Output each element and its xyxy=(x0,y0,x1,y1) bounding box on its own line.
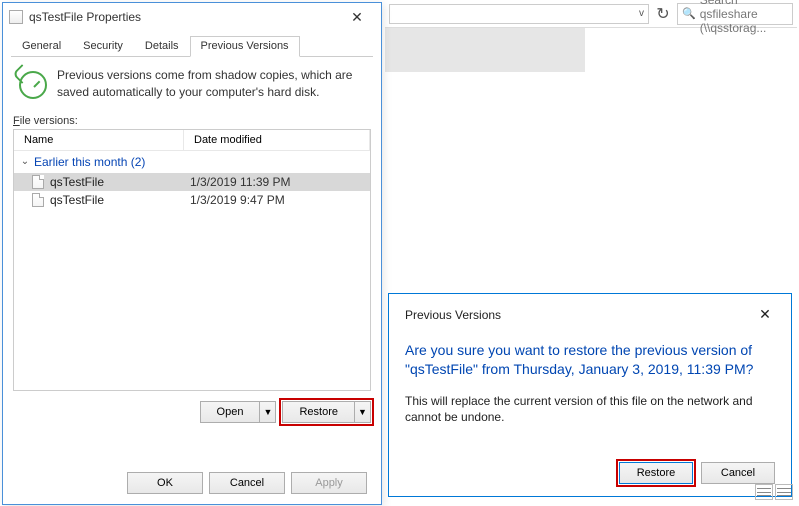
group-label: Earlier this month (2) xyxy=(34,155,145,169)
view-list-icon[interactable] xyxy=(775,484,793,500)
versions-label: File versions: xyxy=(13,115,371,127)
open-dropdown[interactable]: ▼ xyxy=(260,401,276,423)
tab-security[interactable]: Security xyxy=(72,36,134,57)
refresh-icon: ↻ xyxy=(656,4,669,24)
explorer-toolbar: v ↻ 🔍 Search qsfileshare (\\qsstorag... xyxy=(385,0,797,28)
search-icon: 🔍 xyxy=(682,7,696,20)
file-icon xyxy=(32,175,44,189)
confirm-title: Previous Versions xyxy=(405,308,501,322)
tab-previous-versions[interactable]: Previous Versions xyxy=(190,36,300,57)
confirm-cancel-button[interactable]: Cancel xyxy=(701,462,775,484)
confirm-restore-button[interactable]: Restore xyxy=(619,462,693,484)
chevron-down-icon: ▼ xyxy=(358,407,367,417)
confirm-main-message: Are you sure you want to restore the pre… xyxy=(405,341,775,379)
file-name: qsTestFile xyxy=(50,175,190,189)
open-button[interactable]: Open xyxy=(200,401,261,423)
window-title: qsTestFile Properties xyxy=(29,10,339,24)
ok-button[interactable]: OK xyxy=(127,472,203,494)
list-item[interactable]: qsTestFile 1/3/2019 11:39 PM xyxy=(14,173,370,191)
chevron-down-icon: ⌄ xyxy=(20,156,30,167)
file-date: 1/3/2019 11:39 PM xyxy=(190,175,291,189)
open-button-group: Open ▼ xyxy=(200,401,277,423)
close-button[interactable]: ✕ xyxy=(755,306,775,323)
confirm-buttons: Restore Cancel xyxy=(619,462,775,484)
list-item[interactable]: qsTestFile 1/3/2019 9:47 PM xyxy=(14,191,370,209)
list-header: Name Date modified xyxy=(14,130,370,151)
group-earlier-this-month[interactable]: ⌄ Earlier this month (2) xyxy=(14,151,370,173)
info-text: Previous versions come from shadow copie… xyxy=(57,67,365,101)
search-input[interactable]: 🔍 Search qsfileshare (\\qsstorag... xyxy=(677,3,793,25)
info-row: Previous versions come from shadow copie… xyxy=(13,67,371,101)
close-icon: ✕ xyxy=(351,9,363,26)
explorer-ribbon-stub xyxy=(385,28,585,72)
titlebar[interactable]: qsTestFile Properties ✕ xyxy=(3,3,381,31)
close-button[interactable]: ✕ xyxy=(339,7,375,27)
tab-details[interactable]: Details xyxy=(134,36,190,57)
chevron-down-icon: ▼ xyxy=(264,407,273,417)
view-mode-icons xyxy=(755,484,793,500)
view-details-icon[interactable] xyxy=(755,484,773,500)
action-buttons: Open ▼ Restore ▼ xyxy=(13,401,371,423)
history-icon xyxy=(19,71,47,99)
column-name[interactable]: Name xyxy=(14,130,184,150)
file-date: 1/3/2019 9:47 PM xyxy=(190,193,285,207)
properties-window: qsTestFile Properties ✕ General Security… xyxy=(2,2,382,505)
tabs: General Security Details Previous Versio… xyxy=(11,35,373,57)
confirm-sub-message: This will replace the current version of… xyxy=(405,393,775,425)
versions-list: Name Date modified ⌄ Earlier this month … xyxy=(13,129,371,391)
refresh-button[interactable]: ↻ xyxy=(653,4,673,24)
apply-button[interactable]: Apply xyxy=(291,472,367,494)
file-icon xyxy=(9,10,23,24)
restore-button[interactable]: Restore xyxy=(282,401,355,423)
file-name: qsTestFile xyxy=(50,193,190,207)
chevron-down-icon: v xyxy=(639,8,644,19)
confirm-dialog: Previous Versions ✕ Are you sure you wan… xyxy=(388,293,792,497)
restore-dropdown[interactable]: ▼ xyxy=(355,401,371,423)
close-icon: ✕ xyxy=(759,306,771,322)
restore-button-group: Restore ▼ xyxy=(282,401,371,423)
dialog-buttons: OK Cancel Apply xyxy=(127,472,367,494)
tab-general[interactable]: General xyxy=(11,36,72,57)
search-placeholder: Search qsfileshare (\\qsstorag... xyxy=(700,0,788,35)
address-bar-dropdown[interactable]: v xyxy=(389,4,649,24)
confirm-titlebar: Previous Versions ✕ xyxy=(405,306,775,323)
file-icon xyxy=(32,193,44,207)
cancel-button[interactable]: Cancel xyxy=(209,472,285,494)
column-date[interactable]: Date modified xyxy=(184,130,370,150)
